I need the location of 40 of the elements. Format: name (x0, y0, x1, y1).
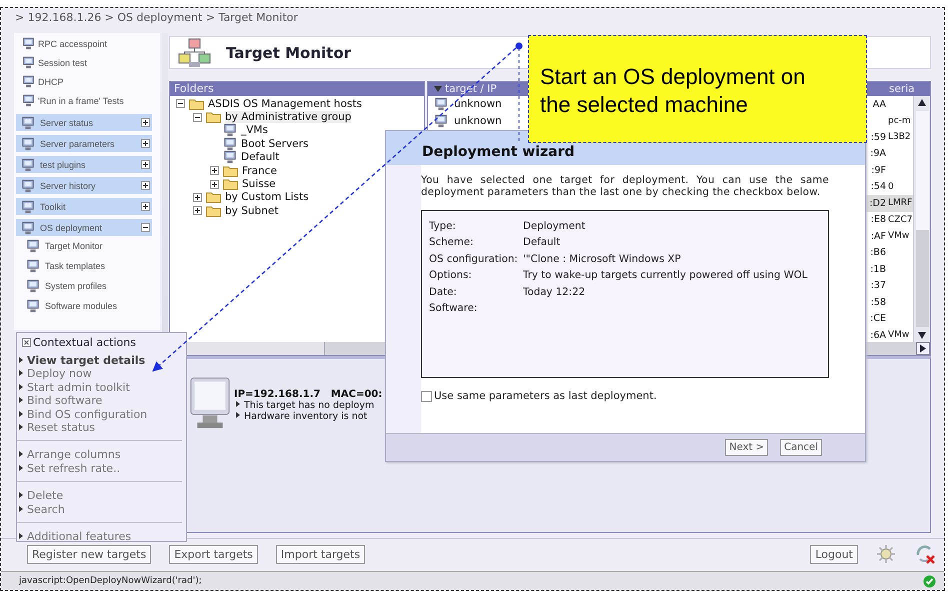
field-value: Today 12:22 (523, 286, 586, 298)
page-title: Target Monitor (226, 44, 352, 62)
field-value: Deployment (523, 220, 586, 232)
table-cell: :AF (870, 230, 886, 242)
status-text: javascript:OpenDeployNowWizard('rad'); (19, 576, 202, 586)
panel-header: Folders (170, 82, 424, 96)
table-cell: unknown (454, 114, 502, 127)
field-label: Software: (429, 303, 478, 314)
table-cell: LMRF (888, 198, 912, 208)
field-label: Scheme: (429, 237, 474, 248)
field-label: Date: (429, 286, 458, 298)
table-cell: AA (872, 98, 886, 110)
table-cell: :6A (870, 330, 886, 341)
field-label: Type: (429, 220, 457, 232)
table-cell: :E8 (870, 214, 886, 226)
table-cell: 0 (888, 182, 894, 192)
table-cell: pc-m (888, 116, 911, 126)
field-value: '"Clone : Microsoft Windows XP (523, 254, 681, 265)
table-cell: unknown (454, 98, 502, 110)
target-summary: IP=192.168.1.7 MAC=00: (234, 389, 382, 400)
field-value: Default (523, 237, 560, 248)
table-cell: VMw (888, 330, 910, 340)
field-value: Try to wake-up targets currently powered off using WOL (523, 270, 808, 282)
table-cell: :D2 (869, 198, 886, 209)
table-cell: L3B2 (888, 132, 911, 142)
table-cell: VMw (888, 231, 910, 242)
breadcrumb: > 192.168.1.26 > OS deployment > Target Monitor (14, 10, 299, 26)
table-cell: CZC7 (888, 214, 912, 225)
dialog-message: You have selected one target for deployment. You can use the same deployment parameters than the last one by checking the checkbox below. (421, 175, 829, 199)
table-cell: :CE (870, 313, 886, 324)
table-cell: :54 (870, 181, 886, 192)
detail-line: Hardware inventory is not (234, 411, 382, 422)
table-cell: :59 (870, 132, 886, 143)
callout-text: Start an OS deployment on the selected machine (540, 64, 806, 117)
menu-title: Contextual actions (33, 336, 136, 349)
dialog-title: Deployment wizard (422, 144, 575, 160)
table-cell: :9F (871, 164, 886, 176)
field-label: Options: (429, 270, 473, 282)
detail-line: This target has no deploym (234, 400, 382, 411)
field-label: OS configuration: (429, 254, 519, 265)
